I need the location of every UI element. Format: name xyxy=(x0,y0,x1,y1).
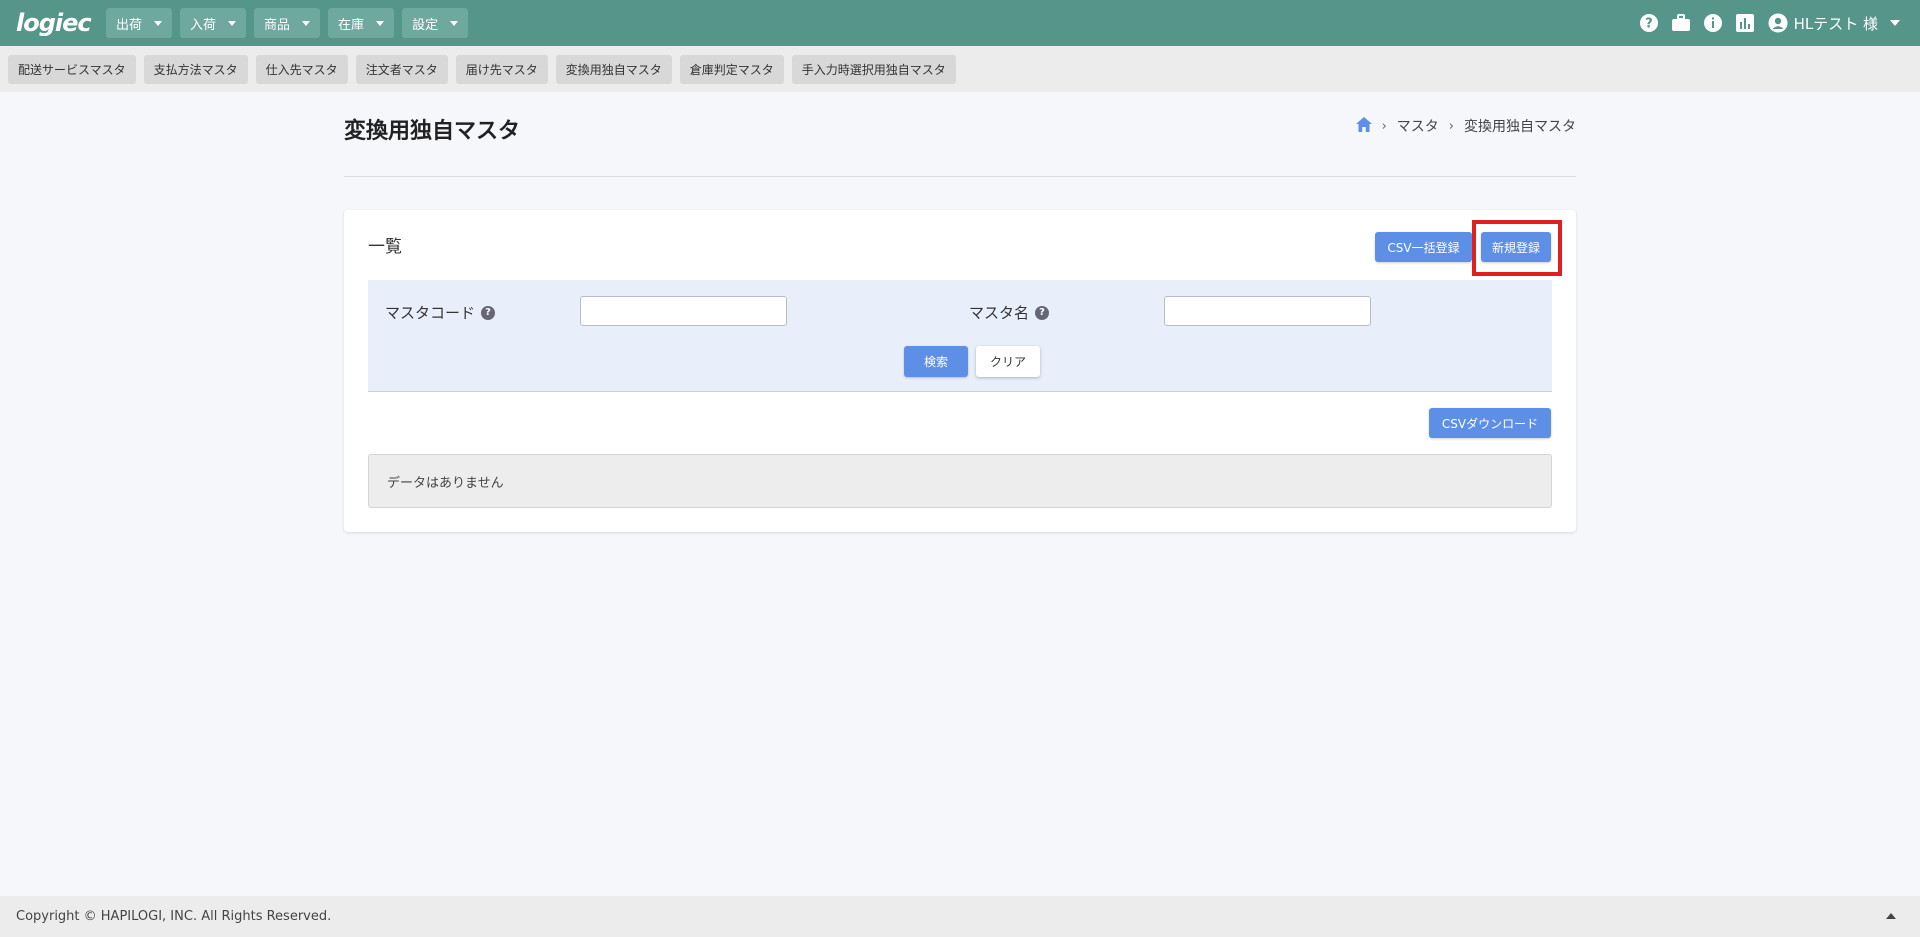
submenu-label: 仕入先マスタ xyxy=(265,62,338,77)
svg-text:?: ? xyxy=(1645,17,1653,32)
master-name-label-text: マスタ名 xyxy=(969,304,1030,322)
main-nav: 出荷 入荷 商品 在庫 設定 xyxy=(106,8,469,38)
submenu-label: 倉庫判定マスタ xyxy=(689,62,774,77)
user-name: HLテスト 様 xyxy=(1793,14,1878,33)
nav-receiving-menu[interactable]: 入荷 xyxy=(180,8,247,38)
chevron-right-icon: › xyxy=(1381,118,1387,134)
csv-bulk-register-button[interactable]: CSV一括登録 xyxy=(1375,232,1472,262)
submenu-label: 届け先マスタ xyxy=(465,62,538,77)
caret-down-icon xyxy=(1890,20,1900,26)
copyright-text: Copyright © HAPILOGI, INC. All Rights Re… xyxy=(16,909,332,924)
caret-down-icon xyxy=(154,20,163,26)
briefcase-icon[interactable] xyxy=(1670,12,1692,34)
breadcrumb: › マスタ › 変換用独自マスタ xyxy=(1355,116,1576,136)
help-icon[interactable]: ? xyxy=(1638,12,1660,34)
home-icon[interactable] xyxy=(1355,116,1372,136)
header-tools: ? HLテスト 様 xyxy=(1638,0,1900,46)
user-menu[interactable]: HLテスト 様 xyxy=(1768,13,1900,34)
caret-down-icon xyxy=(376,20,385,26)
submenu-delivery-service-master[interactable]: 配送サービスマスタ xyxy=(8,54,136,84)
caret-down-icon xyxy=(228,20,237,26)
logo-text: logiec xyxy=(16,9,92,37)
list-card: 一覧 CSV一括登録 新規登録 マスタコード ? マスタ名 ? 検索 クリア C… xyxy=(344,210,1576,532)
nav-inventory-menu[interactable]: 在庫 xyxy=(328,8,395,38)
submenu-label: 配送サービスマスタ xyxy=(18,62,126,77)
search-button[interactable]: 検索 xyxy=(904,346,968,377)
footer: Copyright © HAPILOGI, INC. All Rights Re… xyxy=(0,896,1920,937)
submenu-manual-select-master[interactable]: 手入力時選択用独自マスタ xyxy=(791,54,956,84)
submenu-label: 手入力時選択用独自マスタ xyxy=(801,62,946,77)
chevron-right-icon: › xyxy=(1448,118,1454,134)
nav-products-menu[interactable]: 商品 xyxy=(254,8,321,38)
submenu-label: 変換用独自マスタ xyxy=(565,62,662,77)
submenu-conversion-master[interactable]: 変換用独自マスタ xyxy=(555,54,672,84)
new-register-button[interactable]: 新規登録 xyxy=(1481,232,1551,262)
page-title: 変換用独自マスタ xyxy=(344,119,521,144)
chart-icon[interactable] xyxy=(1734,12,1756,34)
submenu-label: 支払方法マスタ xyxy=(153,62,238,77)
help-icon[interactable]: ? xyxy=(1035,305,1050,320)
submenu-warehouse-rule-master[interactable]: 倉庫判定マスタ xyxy=(679,54,784,84)
empty-result-message: データはありません xyxy=(368,454,1552,508)
submenu-orderer-master[interactable]: 注文者マスタ xyxy=(355,54,448,84)
submenu-payment-method-master[interactable]: 支払方法マスタ xyxy=(143,54,248,84)
card-title: 一覧 xyxy=(368,237,402,257)
account-icon xyxy=(1768,13,1788,33)
breadcrumb-current: 変換用独自マスタ xyxy=(1464,119,1576,135)
caret-down-icon xyxy=(450,20,459,26)
title-divider xyxy=(344,176,1576,177)
nav-label: 商品 xyxy=(264,17,291,33)
nav-settings-menu[interactable]: 設定 xyxy=(402,8,469,38)
master-name-label: マスタ名 ? xyxy=(969,302,1050,323)
clear-button[interactable]: クリア xyxy=(976,346,1040,377)
top-header: logiec 出荷 入荷 商品 在庫 設定 ? HLテスト 様 xyxy=(0,0,1920,46)
info-icon[interactable] xyxy=(1702,12,1724,34)
nav-label: 出荷 xyxy=(116,17,143,33)
submenu-supplier-master[interactable]: 仕入先マスタ xyxy=(255,54,348,84)
breadcrumb-master-link[interactable]: マスタ xyxy=(1397,116,1439,136)
submenu-label: 注文者マスタ xyxy=(365,62,438,77)
caret-down-icon xyxy=(302,20,311,26)
master-code-label-text: マスタコード xyxy=(385,304,476,322)
master-code-input[interactable] xyxy=(580,296,787,326)
submenu-destination-master[interactable]: 届け先マスタ xyxy=(455,54,548,84)
master-submenu: 配送サービスマスタ 支払方法マスタ 仕入先マスタ 注文者マスタ 届け先マスタ 変… xyxy=(0,46,1920,92)
master-name-input[interactable] xyxy=(1164,296,1371,326)
logo[interactable]: logiec xyxy=(16,8,92,38)
nav-label: 設定 xyxy=(412,17,439,33)
csv-download-button[interactable]: CSVダウンロード xyxy=(1429,408,1551,438)
scroll-top-icon[interactable] xyxy=(1886,913,1896,919)
nav-shipping-menu[interactable]: 出荷 xyxy=(106,8,173,38)
master-code-label: マスタコード ? xyxy=(385,302,496,323)
nav-label: 在庫 xyxy=(338,17,365,33)
nav-label: 入荷 xyxy=(190,17,217,33)
search-panel: マスタコード ? マスタ名 ? 検索 クリア xyxy=(368,280,1552,392)
help-icon[interactable]: ? xyxy=(481,305,496,320)
